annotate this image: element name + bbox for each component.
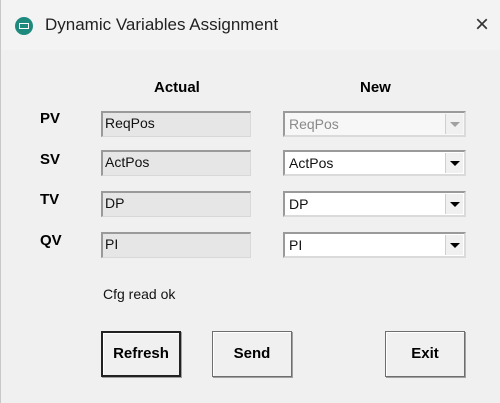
row-label-sv: SV [40,151,61,168]
new-select-pv: ReqPos [283,111,466,137]
new-select-qv-value: PI [289,237,303,253]
new-select-sv[interactable]: ActPos [283,150,466,176]
dropdown-arrow-icon[interactable] [445,194,463,214]
row-label-qv: QV [40,232,62,249]
actual-field-sv: ActPos [101,150,251,176]
actual-column-header: Actual [154,79,200,96]
exit-button[interactable]: Exit [385,331,465,377]
actual-field-qv: PI [101,232,251,258]
dialog-window: Dynamic Variables Assignment × Actual Ne… [0,0,500,403]
new-select-qv[interactable]: PI [283,232,466,258]
close-icon[interactable]: × [469,12,495,38]
actual-field-pv: ReqPos [101,111,251,137]
app-icon [15,17,33,35]
window-title: Dynamic Variables Assignment [45,15,279,34]
dropdown-arrow-icon[interactable] [445,153,463,173]
refresh-button[interactable]: Refresh [101,331,181,377]
title-bar: Dynamic Variables Assignment × [1,0,500,50]
new-select-pv-value: ReqPos [289,116,339,132]
new-select-sv-value: ActPos [289,155,334,171]
send-button[interactable]: Send [212,331,292,377]
actual-field-tv: DP [101,191,251,217]
row-label-tv: TV [40,191,60,208]
new-select-tv-value: DP [289,196,309,212]
new-select-tv[interactable]: DP [283,191,466,217]
dropdown-arrow-icon [445,114,463,134]
status-text: Cfg read ok [103,286,176,302]
row-label-pv: PV [40,110,61,127]
dropdown-arrow-icon[interactable] [445,235,463,255]
new-column-header: New [360,79,391,96]
